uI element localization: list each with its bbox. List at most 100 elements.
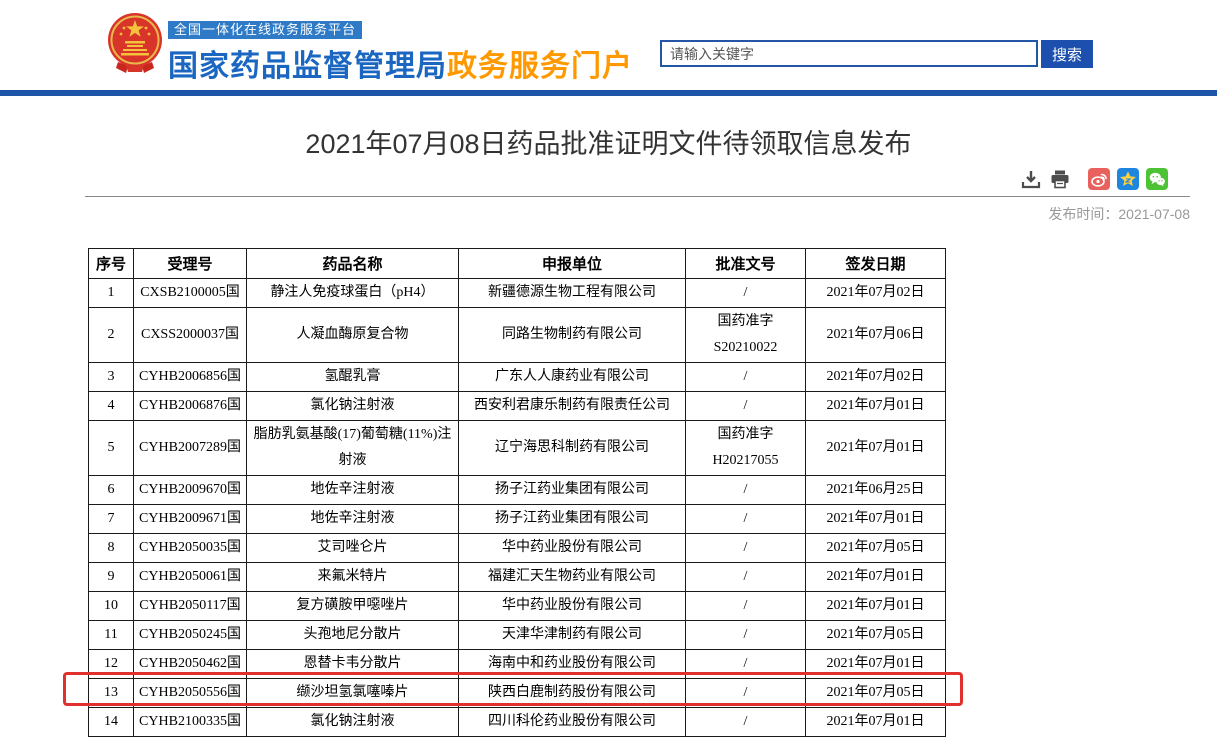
table-cell: CYHB2007289国 [134, 421, 247, 476]
table-cell: 地佐辛注射液 [247, 505, 459, 534]
table-cell: / [686, 621, 806, 650]
table-cell: 氯化钠注射液 [247, 708, 459, 737]
publish-time: 发布时间：2021-07-08 [1048, 204, 1190, 224]
table-cell: 福建汇天生物药业有限公司 [459, 563, 686, 592]
site-title-secondary: 政务服务门户 [447, 50, 633, 83]
table-row: 1CXSB2100005国静注人免疫球蛋白（pH4）新疆德源生物工程有限公司/2… [89, 279, 946, 308]
table-row: 8CYHB2050035国艾司唑仑片华中药业股份有限公司/2021年07月05日 [89, 534, 946, 563]
table-row: 13CYHB2050556国缬沙坦氢氯噻嗪片陕西白鹿制药股份有限公司/2021年… [89, 679, 946, 708]
table-cell: / [686, 563, 806, 592]
table-cell: 2021年07月05日 [806, 679, 946, 708]
qzone-share-icon[interactable] [1117, 168, 1139, 190]
table-cell: 14 [89, 708, 134, 737]
table-cell: 2021年07月02日 [806, 279, 946, 308]
table-cell: CYHB2050035国 [134, 534, 247, 563]
table-cell: 氢醌乳膏 [247, 363, 459, 392]
table-cell: CYHB2050462国 [134, 650, 247, 679]
table-cell: 12 [89, 650, 134, 679]
table-cell: CYHB2006856国 [134, 363, 247, 392]
table-cell: 2 [89, 308, 134, 363]
table-cell: 2021年07月02日 [806, 363, 946, 392]
table-cell: 13 [89, 679, 134, 708]
table-cell: 4 [89, 392, 134, 421]
table-cell: 3 [89, 363, 134, 392]
table-cell: 2021年07月05日 [806, 534, 946, 563]
table-cell: 6 [89, 476, 134, 505]
table-cell: / [686, 708, 806, 737]
table-cell: 恩替卡韦分散片 [247, 650, 459, 679]
table-cell: 新疆德源生物工程有限公司 [459, 279, 686, 308]
table-cell: 人凝血酶原复合物 [247, 308, 459, 363]
table-cell: / [686, 679, 806, 708]
table-cell: CXSB2100005国 [134, 279, 247, 308]
table-cell: 2021年07月01日 [806, 505, 946, 534]
search-button[interactable]: 搜索 [1041, 40, 1093, 68]
table-cell: 缬沙坦氢氯噻嗪片 [247, 679, 459, 708]
table-cell: 海南中和药业股份有限公司 [459, 650, 686, 679]
column-header: 申报单位 [459, 249, 686, 279]
table-cell: CYHB2050117国 [134, 592, 247, 621]
table-row: 3CYHB2006856国氢醌乳膏广东人人康药业有限公司/2021年07月02日 [89, 363, 946, 392]
table-row: 2CXSS2000037国人凝血酶原复合物同路生物制药有限公司国药准字S2021… [89, 308, 946, 363]
brand: 全国一体化在线政务服务平台 国家药品监督管理局政务服务门户 [168, 21, 633, 85]
table-cell: CYHB2009670国 [134, 476, 247, 505]
column-header: 序号 [89, 249, 134, 279]
table-cell: 2021年07月01日 [806, 392, 946, 421]
table-cell: 脂肪乳氨基酸(17)葡萄糖(11%)注射液 [247, 421, 459, 476]
table-header-row: 序号受理号药品名称申报单位批准文号签发日期 [89, 249, 946, 279]
table-row: 5CYHB2007289国脂肪乳氨基酸(17)葡萄糖(11%)注射液辽宁海思科制… [89, 421, 946, 476]
table-cell: 来氟米特片 [247, 563, 459, 592]
table-row: 6CYHB2009670国地佐辛注射液扬子江药业集团有限公司/2021年06月2… [89, 476, 946, 505]
table-cell: 广东人人康药业有限公司 [459, 363, 686, 392]
results-table: 序号受理号药品名称申报单位批准文号签发日期 1CXSB2100005国静注人免疫… [88, 248, 946, 737]
table-cell: CYHB2050061国 [134, 563, 247, 592]
site-header: 全国一体化在线政务服务平台 国家药品监督管理局政务服务门户 搜索 [0, 0, 1217, 90]
table-row: 12CYHB2050462国恩替卡韦分散片海南中和药业股份有限公司/2021年0… [89, 650, 946, 679]
table-body: 1CXSB2100005国静注人免疫球蛋白（pH4）新疆德源生物工程有限公司/2… [89, 279, 946, 737]
table-cell: 天津华津制药有限公司 [459, 621, 686, 650]
table-cell: 1 [89, 279, 134, 308]
table-cell: CYHB2009671国 [134, 505, 247, 534]
print-icon[interactable] [1049, 168, 1071, 190]
table-cell: 10 [89, 592, 134, 621]
page: 全国一体化在线政务服务平台 国家药品监督管理局政务服务门户 搜索 2021年07… [0, 0, 1217, 714]
table-cell: 西安利君康乐制药有限责任公司 [459, 392, 686, 421]
table-cell: / [686, 363, 806, 392]
table-cell: 2021年07月01日 [806, 708, 946, 737]
table-cell: / [686, 392, 806, 421]
table-cell: 2021年07月06日 [806, 308, 946, 363]
table-cell: 7 [89, 505, 134, 534]
search-input[interactable] [660, 40, 1038, 67]
table-cell: CYHB2006876国 [134, 392, 247, 421]
table-cell: CYHB2050556国 [134, 679, 247, 708]
table-row: 7CYHB2009671国地佐辛注射液扬子江药业集团有限公司/2021年07月0… [89, 505, 946, 534]
table-cell: 9 [89, 563, 134, 592]
download-icon[interactable] [1020, 168, 1042, 190]
column-header: 药品名称 [247, 249, 459, 279]
divider [85, 196, 1190, 197]
table-cell: / [686, 592, 806, 621]
table-cell: CYHB2100335国 [134, 708, 247, 737]
table-cell: 2021年07月01日 [806, 592, 946, 621]
column-header: 批准文号 [686, 249, 806, 279]
table-cell: 2021年06月25日 [806, 476, 946, 505]
table-cell: 陕西白鹿制药股份有限公司 [459, 679, 686, 708]
national-emblem-logo [106, 12, 164, 74]
table-row: 10CYHB2050117国复方磺胺甲噁唑片华中药业股份有限公司/2021年07… [89, 592, 946, 621]
table-cell: 头孢地尼分散片 [247, 621, 459, 650]
table-cell: 静注人免疫球蛋白（pH4） [247, 279, 459, 308]
table-cell: 2021年07月01日 [806, 650, 946, 679]
table-row: 11CYHB2050245国头孢地尼分散片天津华津制药有限公司/2021年07月… [89, 621, 946, 650]
table-cell: 华中药业股份有限公司 [459, 534, 686, 563]
table-cell: 扬子江药业集团有限公司 [459, 505, 686, 534]
table-cell: 扬子江药业集团有限公司 [459, 476, 686, 505]
weibo-share-icon[interactable] [1088, 168, 1110, 190]
wechat-share-icon[interactable] [1146, 168, 1168, 190]
column-header: 受理号 [134, 249, 247, 279]
table-row: 4CYHB2006876国氯化钠注射液西安利君康乐制药有限责任公司/2021年0… [89, 392, 946, 421]
table-cell: 复方磺胺甲噁唑片 [247, 592, 459, 621]
table-cell: / [686, 279, 806, 308]
site-title-primary: 国家药品监督管理局 [168, 50, 447, 83]
table-container: 序号受理号药品名称申报单位批准文号签发日期 1CXSB2100005国静注人免疫… [88, 248, 945, 737]
table-cell: 2021年07月01日 [806, 563, 946, 592]
